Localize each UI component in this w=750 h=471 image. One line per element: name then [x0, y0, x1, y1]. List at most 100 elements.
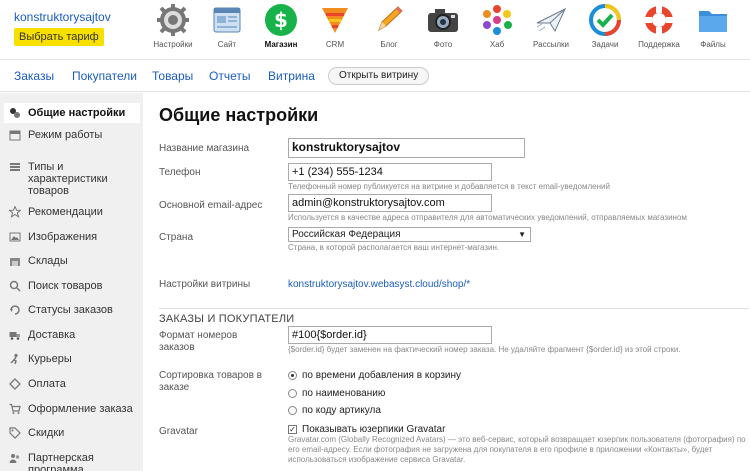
calendar-icon: [8, 129, 22, 141]
page-title: Общие настройки: [159, 105, 319, 125]
shop-icon: $: [264, 3, 298, 37]
status-icon: [8, 304, 22, 316]
sidebar-item-label: Склады: [28, 255, 68, 267]
order-format-label: Формат номеров заказов: [159, 330, 238, 353]
radio-dot: [288, 371, 297, 380]
hub-icon: [480, 3, 514, 37]
sidebar-item-label: Доставка: [28, 329, 76, 341]
gear-icon: [156, 3, 190, 37]
app-bar: konstruktorysajtov Выбрать тариф Настрой…: [0, 0, 750, 60]
app-label: CRM: [325, 40, 345, 49]
sort-by-time-radio[interactable]: по времени добавления в корзину: [288, 370, 461, 381]
sidebar-item-label: Общие настройки: [28, 107, 126, 119]
order-format-input[interactable]: #100{$order.id}: [288, 326, 492, 344]
sidebar-item-schedule[interactable]: Режим работы: [8, 129, 138, 141]
payment-icon: [8, 378, 22, 390]
gravatar-description: Gravatar.com (Globally Recognized Avatar…: [288, 435, 746, 464]
app-shop[interactable]: $ Магазин: [254, 3, 308, 49]
email-hint: Используется в качестве адреса отправите…: [288, 213, 687, 222]
gravatar-checkbox-label: Показывать юзерпики Gravatar: [302, 424, 446, 435]
app-hub[interactable]: Хаб: [470, 3, 524, 49]
app-label: Блог: [380, 40, 398, 49]
app-label: Сайт: [217, 40, 237, 49]
sidebar-item-affiliate[interactable]: Партнерская программа: [8, 452, 138, 471]
app-photo[interactable]: Фото: [416, 3, 470, 49]
subnav-products[interactable]: Товары: [152, 69, 193, 83]
gravatar-checkbox[interactable]: ✓ Показывать юзерпики Gravatar: [288, 424, 445, 435]
affiliate-icon: [8, 452, 22, 464]
search-icon: [8, 280, 22, 292]
sidebar-item-order-statuses[interactable]: Статусы заказов: [8, 304, 138, 316]
app-crm[interactable]: CRM: [308, 3, 362, 49]
sidebar-item-shipping[interactable]: Доставка: [8, 329, 138, 341]
lifebuoy-icon: [642, 3, 676, 37]
account-block: konstruktorysajtov Выбрать тариф: [14, 10, 144, 46]
sidebar-item-label: Рекомендации: [28, 206, 103, 218]
sidebar-item-payment[interactable]: Оплата: [8, 378, 138, 390]
app-blog[interactable]: Блог: [362, 3, 416, 49]
phone-hint: Телефонный номер публикуется на витрине …: [288, 182, 610, 191]
app-label: Хаб: [489, 40, 505, 49]
pencil-icon: [372, 3, 406, 37]
order-sorting-label: Сортировка товаров в заказе: [159, 370, 262, 393]
radio-label: по коду артикула: [302, 405, 381, 416]
sidebar-item-label: Статусы заказов: [28, 304, 113, 316]
shop-name-label: Название магазина: [159, 143, 250, 154]
radio-label: по времени добавления в корзину: [302, 370, 462, 381]
sidebar-item-images[interactable]: Изображения: [8, 231, 138, 243]
shop-name-input[interactable]: konstruktorysajtov: [288, 138, 525, 158]
sidebar-item-checkout[interactable]: Оформление заказа: [8, 403, 138, 415]
phone-input[interactable]: +1 (234) 555-1234: [288, 163, 492, 181]
open-storefront-button[interactable]: Открыть витрину: [328, 67, 430, 85]
app-settings[interactable]: Настройки: [146, 3, 200, 49]
email-input[interactable]: admin@konstruktorysajtov.com: [288, 194, 492, 212]
app-label: Рассылки: [533, 40, 569, 49]
storefront-settings-label: Настройки витрины: [159, 279, 251, 290]
country-select[interactable]: Российская Федерация ▼: [288, 227, 531, 242]
orders-customers-section-title: ЗАКАЗЫ И ПОКУПАТЕЛИ: [159, 308, 749, 325]
courier-icon: [8, 353, 22, 365]
app-launcher: Настройки Сайт $ Магазин CRM Блог Фото Х…: [146, 3, 740, 49]
sidebar-item-label: Поиск товаров: [28, 280, 103, 292]
truck-icon: [8, 329, 22, 341]
phone-label: Телефон: [159, 167, 201, 178]
camera-icon: [426, 3, 460, 37]
sidebar-item-product-search[interactable]: Поиск товаров: [8, 280, 138, 292]
app-site[interactable]: Сайт: [200, 3, 254, 49]
sidebar-item-couriers[interactable]: Курьеры: [8, 353, 138, 365]
app-label: Задачи: [591, 40, 619, 49]
app-files[interactable]: Файлы: [686, 3, 740, 49]
app-label: Фото: [433, 40, 453, 49]
order-format-hint: {$order.id} будет заменен на фактический…: [288, 345, 681, 354]
sort-by-sku-radio[interactable]: по коду артикула: [288, 405, 381, 416]
sidebar-item-warehouses[interactable]: Склады: [8, 255, 138, 267]
sidebar-item-recommendations[interactable]: Рекомендации: [8, 206, 138, 218]
app-tasks[interactable]: Задачи: [578, 3, 632, 49]
sidebar-item-general[interactable]: Общие настройки: [4, 103, 140, 123]
gravatar-label: Gravatar: [159, 426, 198, 437]
sidebar-item-product-types[interactable]: Типы и характеристики товаров: [8, 161, 138, 197]
general-settings-panel: Общие настройки Название магазина konstr…: [143, 93, 750, 471]
subnav-reports[interactable]: Отчеты: [209, 69, 250, 83]
app-label: Настройки: [153, 40, 193, 49]
settings-icon: [8, 107, 22, 119]
mailer-icon: [534, 3, 568, 37]
app-support[interactable]: Поддержка: [632, 3, 686, 49]
star-icon: [8, 206, 22, 218]
storefront-settings-link[interactable]: konstruktorysajtov.webasyst.cloud/shop/*: [288, 279, 470, 290]
choose-plan-button[interactable]: Выбрать тариф: [14, 28, 104, 46]
radio-dot: [288, 406, 297, 415]
sidebar-item-label: Оформление заказа: [28, 403, 133, 415]
account-name[interactable]: konstruktorysajtov: [14, 10, 144, 24]
app-label: Поддержка: [638, 40, 680, 49]
shop-subnav: Заказы Покупатели Товары Отчеты Витрина …: [0, 60, 750, 92]
app-label: Магазин: [264, 40, 298, 49]
sidebar-item-discounts[interactable]: Скидки: [8, 427, 138, 439]
subnav-storefront[interactable]: Витрина: [268, 69, 315, 83]
settings-sidebar: Общие настройки Режим работы Типы и хара…: [0, 93, 143, 471]
subnav-customers[interactable]: Покупатели: [72, 69, 137, 83]
sort-by-name-radio[interactable]: по наименованию: [288, 388, 385, 399]
subnav-orders[interactable]: Заказы: [14, 69, 54, 83]
crm-icon: [318, 3, 352, 37]
app-mailer[interactable]: Рассылки: [524, 3, 578, 49]
